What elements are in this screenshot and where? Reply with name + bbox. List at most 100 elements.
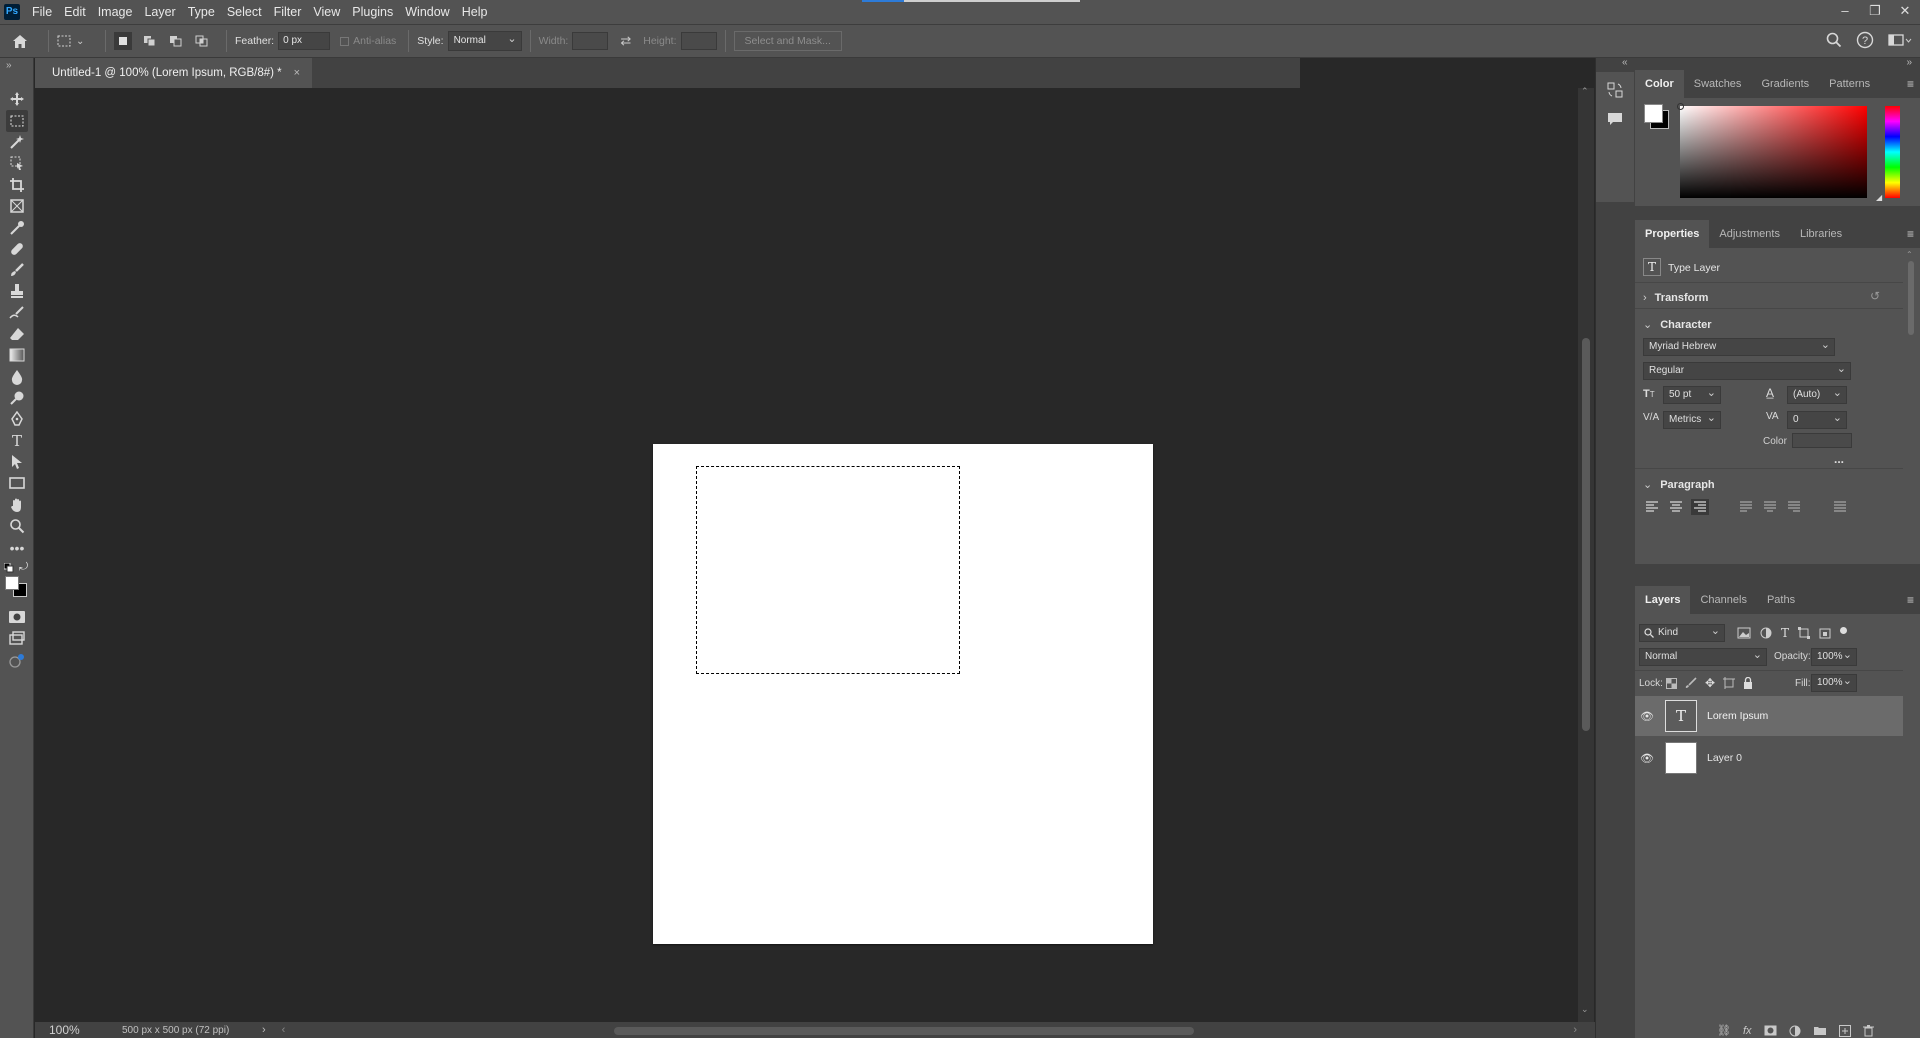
font-style-select[interactable]: Regular [1643,362,1851,380]
justify-right-icon[interactable] [1785,499,1803,515]
foreground-color-swatch[interactable] [5,576,19,590]
quick-mask-button[interactable] [6,606,28,628]
hue-slider[interactable] [1885,106,1900,198]
close-tab-icon[interactable]: × [294,67,300,79]
filter-type-icon[interactable]: T [1781,626,1789,640]
scroll-down-icon[interactable]: ⌄ [1581,1004,1589,1015]
collapse-panels-icon[interactable]: « [1622,57,1628,68]
menu-file[interactable]: File [26,0,58,24]
select-and-mask-button[interactable]: Select and Mask... [733,31,842,51]
panel-menu-icon[interactable]: ≡ [1907,227,1914,241]
zoom-tool[interactable] [6,515,28,537]
filter-shape-icon[interactable] [1798,627,1811,639]
transform-section-header[interactable]: › Transform [1643,292,1708,304]
history-panel-button[interactable] [1607,82,1623,101]
vertical-scrollbar[interactable]: ⌃ ⌄ [1578,86,1594,1022]
layer-style-icon[interactable]: fx [1743,1025,1752,1037]
menu-layer[interactable]: Layer [138,0,181,24]
edit-toolbar-button[interactable]: ••• [6,537,28,559]
color-foreground-swatch[interactable] [1644,104,1663,123]
more-options-button[interactable]: ... [1834,452,1844,466]
lock-artboard-icon[interactable] [1723,677,1736,689]
tab-gradients[interactable]: Gradients [1751,70,1819,98]
lock-pixels-icon[interactable] [1685,677,1697,689]
menu-edit[interactable]: Edit [58,0,92,24]
crop-tool[interactable] [6,174,28,196]
history-brush-tool[interactable] [6,302,28,324]
fill-input[interactable]: 100% [1811,674,1857,692]
tab-layers[interactable]: Layers [1635,586,1691,614]
menu-filter[interactable]: Filter [268,0,308,24]
leading-select[interactable]: (Auto) [1787,386,1847,404]
move-tool[interactable] [6,88,28,110]
antialias-checkbox[interactable] [340,36,350,46]
link-layers-icon[interactable]: ⛓ [1717,1024,1731,1037]
hand-tool[interactable] [6,494,28,516]
color-picker-cursor[interactable] [1677,103,1684,110]
photoshop-logo-icon[interactable]: Ps [4,4,20,20]
share-button[interactable] [6,650,28,672]
collapse-toolbar-icon[interactable]: » [6,60,12,71]
hue-slider-handle-icon[interactable]: ◢ [1876,193,1882,202]
filter-pixel-icon[interactable] [1737,627,1751,639]
kerning-select[interactable]: Metrics [1663,411,1721,429]
visibility-eye-icon[interactable]: 👁 [1635,710,1659,723]
height-input[interactable] [680,32,717,50]
zoom-level[interactable]: 100% [35,1023,110,1037]
default-colors-icon[interactable] [3,562,14,576]
panel-menu-icon[interactable]: ≡ [1907,77,1914,91]
tab-channels[interactable]: Channels [1690,586,1756,614]
dodge-tool[interactable] [6,387,28,409]
align-center-icon[interactable] [1667,499,1685,515]
panel-menu-icon[interactable]: ≡ [1907,593,1914,607]
selection-marquee[interactable] [696,466,960,674]
visibility-eye-icon[interactable]: 👁 [1635,752,1659,765]
path-selection-tool[interactable] [6,451,28,473]
help-icon[interactable]: ? [1856,31,1874,49]
tab-color[interactable]: Color [1635,70,1684,98]
subtract-selection-button[interactable] [166,32,184,50]
eyedropper-tool[interactable] [6,217,28,239]
tracking-select[interactable]: 0 [1787,411,1847,429]
workspace-icon[interactable] [1888,33,1912,47]
justify-left-icon[interactable] [1737,499,1755,515]
style-select[interactable]: Normal [447,31,522,51]
lock-position-icon[interactable]: ✥ [1705,676,1715,690]
filter-adjustment-icon[interactable] [1760,627,1772,639]
new-group-icon[interactable] [1813,1025,1827,1036]
search-icon[interactable] [1826,32,1842,48]
screen-mode-button[interactable] [6,627,28,649]
font-family-select[interactable]: Myriad Hebrew [1643,338,1835,356]
pen-tool[interactable] [6,408,28,430]
blend-mode-select[interactable]: Normal [1639,648,1767,666]
justify-all-icon[interactable] [1831,499,1849,515]
document-tab[interactable]: Untitled-1 @ 100% (Lorem Ipsum, RGB/8#) … [35,58,313,88]
menu-window[interactable]: Window [399,0,455,24]
eraser-tool[interactable] [6,323,28,345]
canvas-area[interactable] [35,88,1300,1022]
menu-type[interactable]: Type [182,0,221,24]
properties-scroll-thumb[interactable] [1908,261,1914,335]
menu-image[interactable]: Image [92,0,139,24]
tool-preset-picker[interactable]: ⌄ [57,35,97,47]
selection-tool[interactable] [6,152,28,174]
healing-brush-tool[interactable] [6,238,28,260]
layer-row-lorem-ipsum[interactable]: 👁 T Lorem Ipsum [1635,696,1903,736]
delete-layer-icon[interactable] [1862,1024,1874,1037]
expand-panels-icon[interactable]: » [1906,57,1912,68]
swap-colors-icon[interactable]: ⤾ [19,561,28,574]
reset-transform-icon[interactable]: ↺ [1870,289,1880,303]
tab-libraries[interactable]: Libraries [1790,220,1852,248]
scroll-up-icon[interactable]: ⌃ [1581,86,1589,97]
gradient-tool[interactable] [6,344,28,366]
width-input[interactable] [572,32,609,50]
brush-tool[interactable] [6,259,28,281]
frame-tool[interactable] [6,195,28,217]
text-color-swatch[interactable] [1792,433,1852,448]
align-left-icon[interactable] [1643,499,1661,515]
scroll-right-icon[interactable]: › [1573,1024,1577,1036]
scroll-left-icon[interactable]: ‹ [282,1024,286,1036]
new-layer-icon[interactable] [1838,1024,1851,1037]
document-info[interactable]: 500 px x 500 px (72 ppi) [110,1025,252,1036]
new-selection-button[interactable] [114,32,132,50]
